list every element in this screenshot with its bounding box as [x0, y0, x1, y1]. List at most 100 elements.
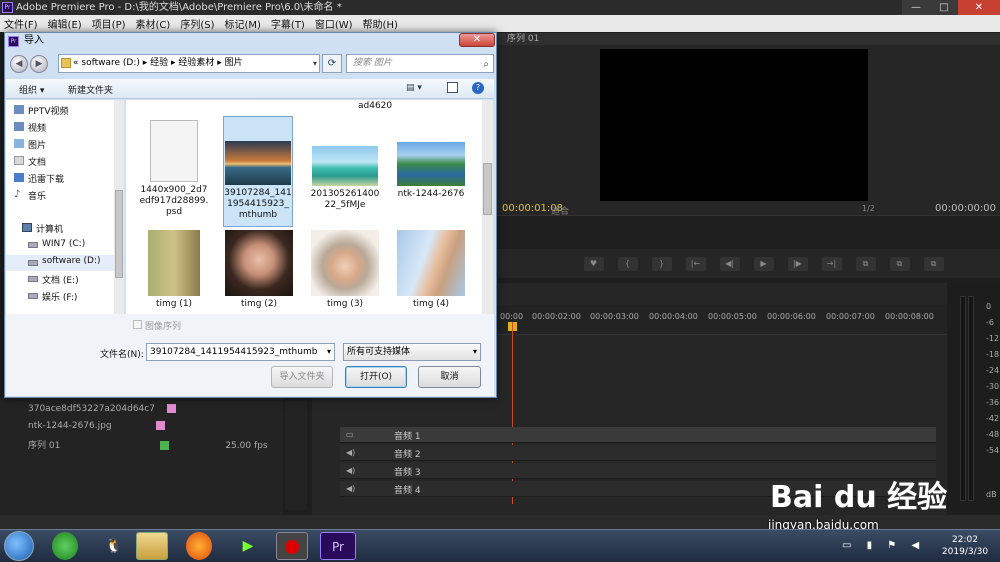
- add-marker-button[interactable]: ♥: [583, 257, 604, 271]
- nav-item-drive-e[interactable]: 文档 (E:): [28, 273, 79, 286]
- audio-track-1[interactable]: ▭ 音频 1: [340, 427, 936, 443]
- menu-sequence[interactable]: 序列(S): [180, 16, 214, 31]
- monitor-tab[interactable]: 序列 01: [497, 33, 1000, 45]
- organize-button[interactable]: 组织 ▾: [19, 83, 44, 96]
- open-button[interactable]: 打开(O): [345, 366, 407, 388]
- file-scrollbar-thumb[interactable]: [483, 163, 492, 215]
- ruler-tick: 00:00:04:00: [649, 312, 698, 321]
- file-item[interactable]: timg (1): [139, 230, 209, 312]
- menu-help[interactable]: 帮助(H): [363, 16, 398, 31]
- menu-edit[interactable]: 编辑(E): [48, 16, 82, 31]
- help-icon[interactable]: ?: [472, 82, 484, 94]
- file-item[interactable]: timg (2): [224, 230, 294, 312]
- taskbar-clock[interactable]: 22:02 2019/3/30: [935, 534, 995, 558]
- filename-input[interactable]: 39107284_1411954415923_mthumb ▾: [146, 343, 335, 361]
- file-item-selected[interactable]: 39107284_1411954415923_mthumb: [223, 116, 293, 227]
- mark-out-button[interactable]: }: [651, 257, 672, 271]
- monitor-ruler[interactable]: [497, 215, 1000, 249]
- nav-scrollbar-thumb[interactable]: [115, 190, 123, 278]
- search-icon[interactable]: ⌕: [483, 56, 489, 73]
- image-sequence-checkbox[interactable]: [133, 320, 142, 329]
- refresh-button[interactable]: ⟳: [322, 54, 342, 73]
- cancel-button[interactable]: 取消: [418, 366, 481, 388]
- nav-item-computer[interactable]: 计算机: [22, 222, 63, 235]
- document-folder-icon: [14, 156, 24, 165]
- step-back-button[interactable]: ◀|: [719, 257, 740, 271]
- nav-item-drive-c[interactable]: WIN7 (C:): [28, 239, 86, 249]
- menu-marker[interactable]: 标记(M): [224, 16, 260, 31]
- breadcrumb-folder[interactable]: 经验: [150, 58, 168, 68]
- menu-project[interactable]: 项目(P): [92, 16, 126, 31]
- start-button[interactable]: [4, 531, 34, 561]
- new-folder-button[interactable]: 新建文件夹: [68, 83, 113, 96]
- project-item[interactable]: 370ace8df53227a204d64c7: [28, 404, 176, 414]
- system-tray[interactable]: ▭ ▮ ⚑ ◀: [842, 540, 925, 551]
- record-icon[interactable]: [276, 532, 308, 560]
- file-item[interactable]: 1440x900_2d7edf917d28899.psd: [139, 118, 209, 228]
- chevron-down-icon[interactable]: ▾: [473, 344, 477, 360]
- menu-window[interactable]: 窗口(W): [315, 16, 353, 31]
- dialog-close-button[interactable]: ✕: [459, 33, 495, 47]
- lift-button[interactable]: ⧉: [855, 257, 876, 271]
- premiere-taskbar-icon[interactable]: Pr: [320, 532, 356, 560]
- meter-label: -36: [986, 398, 1000, 407]
- play-button[interactable]: ▶: [753, 257, 774, 271]
- nav-item-pictures[interactable]: 图片: [14, 138, 46, 151]
- label-color-swatch: [166, 404, 176, 413]
- meter-label: -18: [986, 350, 1000, 359]
- preview-pane-icon[interactable]: [447, 82, 458, 93]
- nav-label: WIN7 (C:): [42, 239, 86, 249]
- file-type-select[interactable]: 所有可支持媒体 ▾: [343, 343, 481, 361]
- nav-item-videos[interactable]: 视频: [14, 121, 46, 134]
- nav-label: 娱乐 (F:): [42, 293, 78, 303]
- nav-item-drive-d[interactable]: software (D:): [6, 255, 114, 271]
- nav-item-downloads[interactable]: 迅雷下载: [14, 172, 64, 185]
- file-item[interactable]: timg (4): [396, 230, 466, 312]
- speaker-icon[interactable]: ◀): [346, 484, 355, 493]
- file-item[interactable]: ntk-1244-2676: [396, 118, 466, 228]
- file-item[interactable]: timg (3): [310, 230, 380, 312]
- export-frame-button[interactable]: ⧉: [923, 257, 944, 271]
- file-item[interactable]: 20130526140022_5fMJe: [310, 118, 380, 228]
- speaker-icon[interactable]: ◀): [346, 448, 355, 457]
- app-360-icon[interactable]: [52, 532, 78, 560]
- menu-file[interactable]: 文件(F): [4, 16, 38, 31]
- extract-button[interactable]: ⧉: [889, 257, 910, 271]
- track-lock-icon[interactable]: ▭: [346, 430, 355, 439]
- address-bar[interactable]: « software (D:) ▸ 经验 ▸ 经验素材 ▸ 图片 ▾: [58, 54, 320, 73]
- forward-button[interactable]: ▶: [30, 55, 48, 73]
- track-label: 音频 3: [394, 468, 421, 478]
- go-to-in-button[interactable]: |←: [685, 257, 706, 271]
- nav-item-pptv[interactable]: PPTV视频: [14, 104, 69, 117]
- minimize-button[interactable]: —: [902, 0, 930, 15]
- breadcrumb-folder[interactable]: 图片: [225, 58, 243, 68]
- breadcrumb-drive[interactable]: software (D:): [81, 58, 140, 68]
- go-to-out-button[interactable]: →|: [821, 257, 842, 271]
- breadcrumb-folder[interactable]: 经验素材: [178, 58, 214, 68]
- chevron-down-icon[interactable]: ▾: [313, 55, 317, 72]
- speaker-icon[interactable]: ◀): [346, 466, 355, 475]
- audio-track-2[interactable]: ◀) 音频 2: [340, 445, 936, 461]
- nav-item-music[interactable]: ♪ 音乐: [14, 189, 46, 203]
- close-button[interactable]: ✕: [958, 0, 1000, 15]
- firefox-icon[interactable]: [186, 532, 212, 560]
- menu-title[interactable]: 字幕(T): [271, 16, 305, 31]
- qq-icon[interactable]: 🐧: [98, 532, 130, 560]
- resolution-select[interactable]: 1/2: [862, 204, 875, 213]
- step-forward-button[interactable]: |▶: [787, 257, 808, 271]
- nav-item-drive-f[interactable]: 娱乐 (F:): [28, 290, 78, 303]
- menu-clip[interactable]: 素材(C): [136, 16, 171, 31]
- search-input[interactable]: 搜索 图片 ⌕: [346, 54, 494, 73]
- back-button[interactable]: ◀: [10, 55, 28, 73]
- media-app-icon[interactable]: ▶: [232, 532, 264, 560]
- chevron-down-icon[interactable]: ▾: [327, 344, 331, 360]
- project-item[interactable]: 序列 01 25.00 fps: [28, 438, 268, 451]
- import-folder-button[interactable]: 导入文件夹: [271, 366, 333, 388]
- view-options-icon[interactable]: ▤ ▾: [406, 83, 422, 93]
- mark-in-button[interactable]: {: [617, 257, 638, 271]
- nav-item-documents[interactable]: 文档: [14, 155, 46, 168]
- project-item[interactable]: ntk-1244-2676.jpg: [28, 421, 165, 431]
- file-name: timg (1): [155, 299, 193, 309]
- file-explorer-icon[interactable]: [136, 532, 168, 560]
- maximize-button[interactable]: □: [930, 0, 958, 15]
